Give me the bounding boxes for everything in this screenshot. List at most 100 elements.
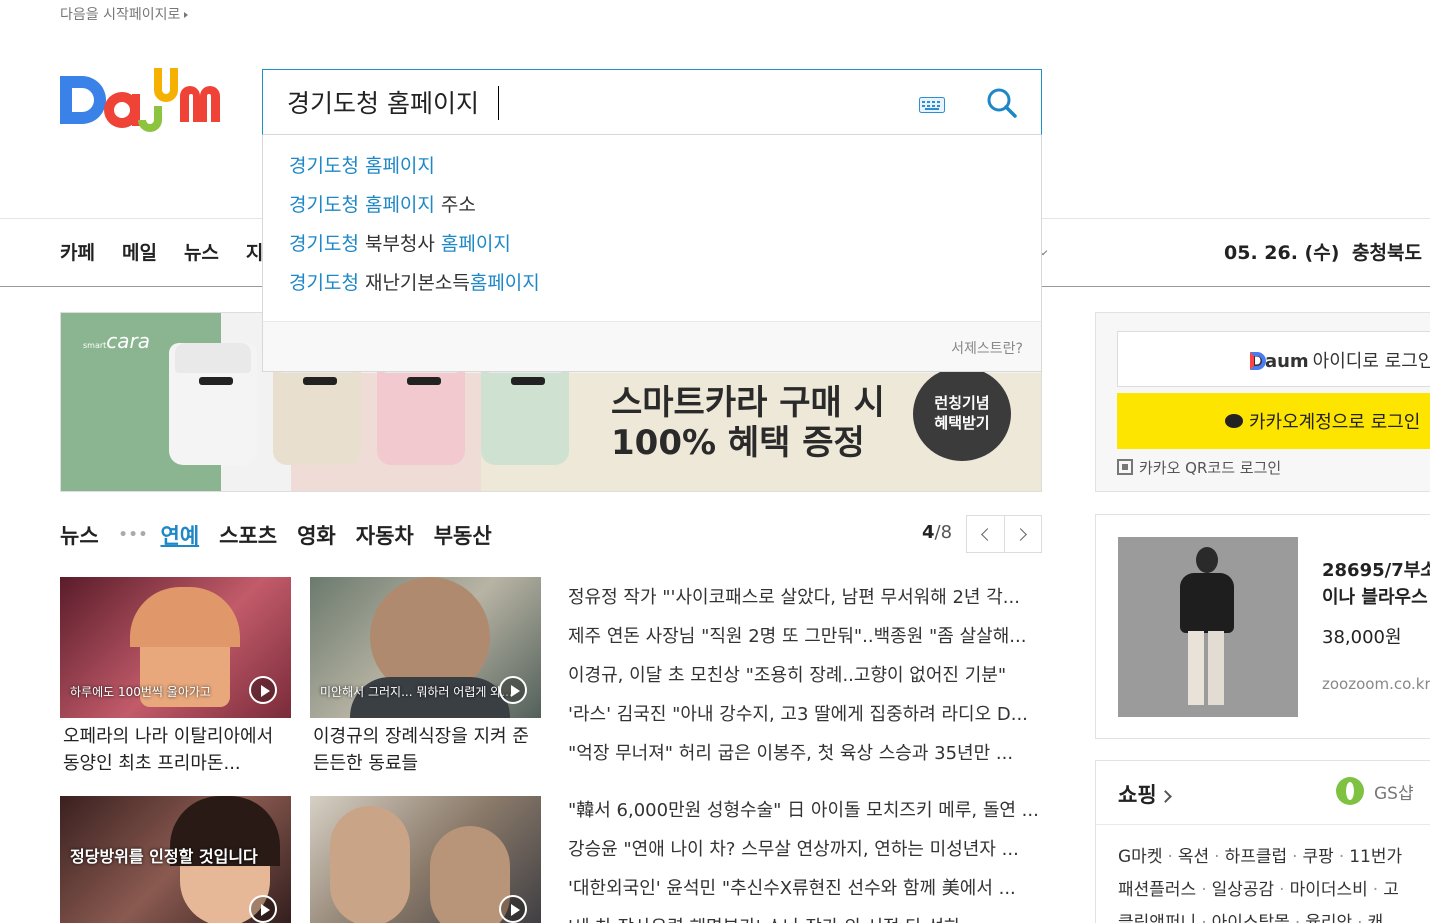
product-title[interactable]: 28695/7부소매이나 블라우스 [1322,557,1430,611]
headline-item[interactable]: 강승윤 "연애 나이 차? 스무살 연상까지, 연하는 미성년자 ... [568,835,1043,874]
headline-item[interactable]: "韓서 6,000만원 성형수술" 日 아이돌 모치즈키 메루, 돌연 ... [568,796,1043,835]
shopping-link[interactable]: 율리안 [1305,913,1352,923]
suggestion-text: 경기도청 [289,233,359,255]
main-nav: 카페 메일 뉴스 지 [60,238,290,265]
headline-item[interactable]: '라스' 김국진 "아내 강수지, 고3 딸에게 집중하려 라디오 D... [568,700,1043,739]
play-icon [249,676,277,704]
headline-item[interactable]: "억장 무너져" 허리 굽은 이봉주, 첫 육상 스승과 35년만 ... [568,739,1043,778]
shopping-link[interactable]: 아이스탑몰 [1212,913,1290,923]
qr-login-link[interactable]: 카카오 QR코드 로그인 [1117,457,1281,478]
qr-code-icon [1117,459,1133,475]
news-thumbnail[interactable]: 하루에도 100번씩 울아가고 [60,577,291,718]
product-image-white [169,343,257,465]
login-panel: Daum 아이디로 로그인 카카오계정으로 로그인 카카오 QR코드 로그인 [1095,312,1430,492]
headline-list: 정유정 작가 "'사이코패스로 살았다, 남편 무서워해 2년 각... 제주 연… [568,583,1043,778]
suggestion-footer: 서제스트란? [263,321,1041,371]
tab-news[interactable]: 뉴스 [60,520,99,550]
shopping-link[interactable]: 하프클럽 [1225,847,1288,867]
news-thumbnail[interactable]: 정당방위를 인정할 것입니다 [60,796,291,923]
headline-item[interactable]: 제주 연돈 사장님 "직원 2명 또 그만둬"..백종원 "좀 살살해... [568,622,1043,661]
headline-item[interactable]: '세 차 장사유력 해명부가' 소나 장가 의 서점 타 선하... [568,913,1043,923]
text-caret [498,86,499,120]
shopping-link[interactable]: 쿠팡 [1303,847,1334,867]
tab-realestate[interactable]: 부동산 [434,520,492,550]
current-date: 05. 26. (수) [1224,242,1340,264]
suggestion-item[interactable]: 경기도청 홈페이지 주소 [263,190,1041,229]
news-thumbnail[interactable]: 미안해서 그러지... 뭐하러 어렵게 와... [310,577,541,718]
daum-login-button[interactable]: Daum 아이디로 로그인 [1117,331,1430,387]
shopping-link[interactable]: 11번가 [1349,847,1402,867]
product-ad[interactable]: 28695/7부소매이나 블라우스 38,000원 zoozoom.co.kr [1095,514,1430,739]
shopping-links: G마켓 · 옥션 · 하프클럽 · 쿠팡 · 11번가 패션플러스 · 일상공감 · 마이더스비 · 고 클릭앤… [1118,841,1402,923]
dot-separator: · [1201,880,1207,900]
suggestion-text: 북부청사 [358,233,441,255]
play-icon [249,895,277,923]
next-page-button[interactable] [1003,516,1042,552]
tab-car[interactable]: 자동차 [356,520,414,550]
news-thumbnail[interactable] [310,796,541,923]
shopping-link[interactable]: 마이더스비 [1290,880,1368,900]
search-input[interactable] [287,84,887,120]
dot-separator: · [1372,880,1379,900]
tab-movie[interactable]: 영화 [297,520,336,550]
set-start-page-link[interactable]: 다음을 시작페이지로 [60,4,189,24]
suggestion-text: 홈페이지 [440,233,511,255]
shopping-link[interactable]: 일상공감 [1212,880,1275,900]
shopping-link[interactable]: 옥션 [1178,847,1209,867]
shopping-link-row: 클릭앤퍼니 · 아이스탑몰 · 율리안 · 캐 [1118,907,1402,923]
banner-copy: 스마트카라 구매 시 100% 혜택 증정 [611,383,885,463]
shopping-panel: 쇼핑 GS샵 G마켓 · 옥션 · 하프클럽 · 쿠팡 · 11번가 패션플러스 · 일상공감 · 마이더… [1095,760,1430,923]
dot-separator: · [1167,847,1173,867]
shopping-link[interactable]: 패션플러스 [1118,880,1196,900]
suggestion-item[interactable]: 경기도청 홈페이지 [263,151,1041,190]
product-price: 38,000원 [1322,627,1402,648]
tab-sports[interactable]: 스포츠 [219,520,277,550]
headline-item[interactable]: 정유정 작가 "'사이코패스로 살았다, 남편 무서워해 2년 각... [568,583,1043,622]
tab-entertainment[interactable]: 연예 [161,520,200,550]
speech-bubble-icon [1225,414,1243,428]
dot-separator: · [1357,913,1363,923]
search-icon[interactable] [985,86,1019,120]
daum-logo[interactable] [58,64,236,140]
dots-icon: ••• [118,527,149,543]
nav-item-cafe[interactable]: 카페 [60,238,95,265]
play-icon [499,676,527,704]
nav-item-mail[interactable]: 메일 [122,238,157,265]
headline-item[interactable]: '대한외국인' 윤석민 "추신수X류현진 선수와 함께 美에서 ... [568,874,1043,913]
suggestion-item[interactable]: 경기도청 북부청사 홈페이지 [263,229,1041,268]
shopping-link[interactable]: 고 [1383,880,1399,900]
shopping-title: 쇼핑 [1118,783,1157,807]
shopping-link[interactable]: 캐 [1368,913,1384,923]
shopping-link[interactable]: G마켓 [1118,847,1162,867]
suggestion-item[interactable]: 경기도청 재난기본소득홈페이지 [263,268,1041,307]
shopping-link[interactable]: 클릭앤퍼니 [1118,913,1196,923]
search-suggestions: 경기도청 홈페이지 경기도청 홈페이지 주소 경기도청 북부청사 홈페이지 경기도청 … [262,135,1042,372]
product-image[interactable] [1118,537,1298,717]
chevron-right-icon [1014,527,1028,541]
nav-item-news[interactable]: 뉴스 [184,238,219,265]
start-link-text: 다음을 시작페이지로 [60,7,181,23]
kakao-login-button[interactable]: 카카오계정으로 로그인 [1117,393,1430,449]
shopping-title-link[interactable]: 쇼핑 [1118,779,1172,809]
kakao-login-label: 카카오계정으로 로그인 [1249,412,1421,433]
dot-separator: · [1338,847,1345,867]
headline-item[interactable]: 이경규, 이달 초 모친상 "조용히 장례..고향이 없어진 기분" [568,661,1043,700]
banner-brand: smartcara [83,329,151,353]
weather-region[interactable]: 충청북도 [1352,238,1422,265]
suggestion-text: 경기도청 홈페이지 [289,194,435,216]
search-box[interactable] [262,69,1042,135]
keyboard-icon[interactable] [919,97,945,113]
prev-page-button[interactable] [967,516,1004,552]
dot-separator: · [1292,847,1298,867]
thumbnail-overlay-text: 정당방위를 인정할 것입니다 [70,847,258,866]
suggest-help-link[interactable]: 서제스트란? [951,338,1023,358]
gs-shop-link[interactable]: GS샵 [1336,777,1414,805]
news-card-title[interactable]: 오페라의 나라 이탈리아에서 동양인 최초 프리마돈... [63,723,294,777]
arrow-right-icon [184,12,189,18]
nav-item-map[interactable]: 지 [246,238,263,265]
product-domain[interactable]: zoozoom.co.kr [1322,675,1430,693]
news-card-title[interactable]: 이경규의 장례식장을 지켜 준 든든한 동료들 [313,723,544,777]
banner-cta-badge[interactable]: 런칭기념 혜택받기 [913,367,1011,461]
suggestion-text: 경기도청 홈페이지 [289,155,435,177]
dot-separator: · [1201,913,1207,923]
